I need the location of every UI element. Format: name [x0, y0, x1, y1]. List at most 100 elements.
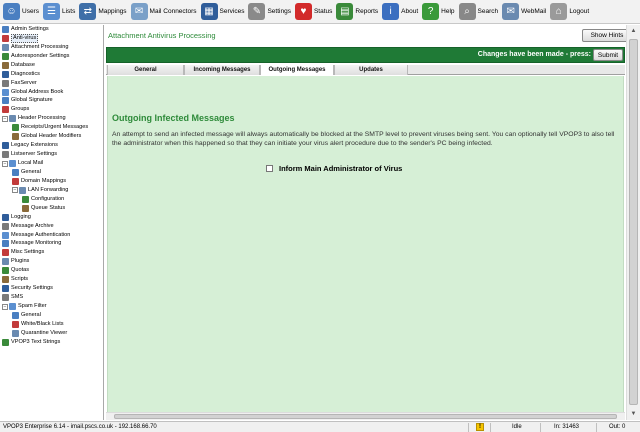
- sidebar-item-admin-settings[interactable]: Admin Settings: [0, 25, 103, 34]
- sidebar-item-plugins[interactable]: Plugins: [0, 257, 103, 266]
- sidebar-item-label: White/Black Lists: [21, 320, 64, 327]
- status-state: Idle: [512, 424, 522, 430]
- sidebar-item-queue-status[interactable]: Queue Status: [0, 204, 103, 213]
- sidebar-item-message-monitoring[interactable]: Message Monitoring: [0, 240, 103, 249]
- sidebar-item-logging[interactable]: Logging: [0, 213, 103, 222]
- sidebar-item-local-mail[interactable]: − Local Mail: [0, 159, 103, 168]
- toolbar-reports-button[interactable]: ▤ Reports: [336, 1, 378, 23]
- sidebar-item-autoresponder-settings[interactable]: Autoresponder Settings: [0, 52, 103, 61]
- toolbar-webmail-button[interactable]: ✉ WebMail: [502, 1, 546, 23]
- toolbar-users-button[interactable]: ☺ Users: [3, 1, 39, 23]
- plugins-icon: [2, 258, 9, 266]
- sidebar-item-scripts[interactable]: Scripts: [0, 275, 103, 284]
- toolbar-logout-button[interactable]: ⌂ Logout: [550, 1, 589, 23]
- listserver-icon: [2, 151, 9, 159]
- sidebar-item-configuration[interactable]: Configuration: [0, 195, 103, 204]
- sidebar-item-label: Database: [11, 61, 35, 68]
- horizontal-scroll-thumb[interactable]: [114, 414, 617, 419]
- groups-icon: [2, 106, 9, 114]
- header-processing-icon: [9, 115, 16, 123]
- sidebar-item-database[interactable]: Database: [0, 61, 103, 70]
- sidebar-item-vpop3-text-strings[interactable]: VPOP3 Text Strings: [0, 338, 103, 347]
- sidebar-item-message-authentication[interactable]: Message Authentication: [0, 231, 103, 240]
- sidebar-item-sms[interactable]: SMS: [0, 293, 103, 302]
- tab-outgoing-messages[interactable]: Outgoing Messages: [260, 65, 334, 75]
- message-monitoring-icon: [2, 240, 9, 248]
- show-hints-button[interactable]: Show Hints: [582, 29, 632, 42]
- sidebar-item-attachment-processing[interactable]: Attachment Processing: [0, 43, 103, 52]
- sidebar-item-general[interactable]: General: [0, 311, 103, 320]
- spam-filter-icon: [9, 303, 16, 311]
- sidebar-item-listserver-settings[interactable]: Listserver Settings: [0, 150, 103, 159]
- sidebar-item-global-address-book[interactable]: Global Address Book: [0, 88, 103, 97]
- domain-mappings-icon: [12, 177, 19, 185]
- tab-incoming-messages[interactable]: Incoming Messages: [184, 65, 260, 75]
- toolbar-help-button[interactable]: ? Help: [422, 1, 455, 23]
- fax-icon: [2, 79, 9, 87]
- collapse-toggle-icon[interactable]: −: [2, 115, 8, 122]
- toolbar-label: About: [401, 8, 419, 15]
- sidebar-item-groups[interactable]: Groups: [0, 105, 103, 114]
- sidebar-item-domain-mappings[interactable]: Domain Mappings: [0, 177, 103, 186]
- local-mail-icon: [9, 160, 16, 168]
- toolbar-settings-button[interactable]: ✎ Settings: [248, 1, 291, 23]
- toolbar-label: Mail Connectors: [149, 8, 197, 15]
- sidebar-item-label: Quarantine Viewer: [21, 329, 68, 336]
- warning-icon: !: [476, 423, 484, 431]
- legacy-extensions-icon: [2, 142, 9, 150]
- sidebar-item-label: Message Authentication: [11, 231, 71, 238]
- status-in-count: In: 31463: [554, 424, 580, 430]
- tab-general[interactable]: General: [107, 65, 184, 75]
- sidebar-item-label: Legacy Extensions: [11, 142, 58, 149]
- status-out-count: Out: 0: [609, 424, 626, 430]
- submit-button[interactable]: Submit: [593, 49, 623, 61]
- horizontal-scrollbar[interactable]: [106, 412, 625, 420]
- sidebar-item-label: Scripts: [11, 276, 29, 283]
- sidebar-item-global-header-modifiers[interactable]: Global Header Modifiers: [0, 132, 103, 141]
- collapse-toggle-icon[interactable]: −: [2, 160, 8, 167]
- sidebar-item-spam-filter[interactable]: − Spam Filter: [0, 302, 103, 311]
- sidebar-item-receipts-urgent-messages[interactable]: Receipts/Urgent Messages: [0, 123, 103, 132]
- sidebar-item-white-black-lists[interactable]: White/Black Lists: [0, 320, 103, 329]
- sidebar-item-lan-forwarding[interactable]: − LAN Forwarding: [0, 186, 103, 195]
- inform-admin-checkbox[interactable]: [266, 165, 273, 172]
- vertical-scroll-thumb[interactable]: [629, 39, 638, 405]
- sidebar-item-header-processing[interactable]: − Header Processing: [0, 114, 103, 123]
- sidebar-item-quotas[interactable]: Quotas: [0, 266, 103, 275]
- main-toolbar: ☺ Users ☰ Lists ⇄ Mappings ✉ Mail Connectors ▦ Se…: [0, 0, 640, 24]
- toolbar-lists-button[interactable]: ☰ Lists: [42, 1, 75, 23]
- toolbar-about-button[interactable]: i About: [382, 1, 418, 23]
- toolbar-mappings-button[interactable]: ⇄ Mappings: [79, 1, 127, 23]
- toolbar-mail-connectors-button[interactable]: ✉ Mail Connectors: [130, 1, 197, 23]
- sidebar-item-diagnostics[interactable]: Diagnostics: [0, 70, 103, 79]
- sidebar-item-legacy-extensions[interactable]: Legacy Extensions: [0, 141, 103, 150]
- toolbar-search-button[interactable]: ⌕ Search: [458, 1, 498, 23]
- toolbar-label: Mappings: [98, 8, 127, 15]
- scroll-down-arrow-icon[interactable]: ▼: [627, 408, 640, 420]
- toolbar-services-button[interactable]: ▦ Services: [200, 1, 244, 23]
- collapse-toggle-icon[interactable]: −: [2, 303, 8, 310]
- toolbar-status-button[interactable]: ♥ Status: [294, 1, 332, 23]
- sidebar-item-label: Misc Settings: [11, 249, 45, 256]
- sidebar-item-security-settings[interactable]: Security Settings: [0, 284, 103, 293]
- sidebar-item-label: Queue Status: [31, 204, 66, 211]
- sidebar-item-label: Message Archive: [11, 222, 54, 229]
- lan-forwarding-icon: [19, 186, 26, 194]
- sidebar-item-quarantine-viewer[interactable]: Quarantine Viewer: [0, 329, 103, 338]
- sidebar-item-label: Quotas: [11, 267, 30, 274]
- sidebar-item-misc-settings[interactable]: Misc Settings: [0, 248, 103, 257]
- sidebar-item-label: Admin Settings: [11, 25, 49, 32]
- sidebar-item-faxserver[interactable]: FaxServer: [0, 79, 103, 88]
- vertical-scrollbar[interactable]: ▲ ▼: [626, 25, 640, 420]
- header-modifiers-icon: [12, 133, 19, 141]
- sidebar-item-label: Configuration: [31, 195, 65, 202]
- sidebar-item-label: Attachment Processing: [11, 43, 69, 50]
- general-icon: [12, 168, 19, 176]
- scroll-up-arrow-icon[interactable]: ▲: [627, 25, 640, 37]
- tab-updates[interactable]: Updates: [334, 65, 408, 75]
- sidebar-item-global-signature[interactable]: Global Signature: [0, 97, 103, 106]
- sidebar-item-general[interactable]: General: [0, 168, 103, 177]
- sidebar-item-anti-virus[interactable]: Anti-virus: [0, 33, 103, 43]
- sidebar-item-message-archive[interactable]: Message Archive: [0, 222, 103, 231]
- collapse-toggle-icon[interactable]: −: [12, 187, 18, 194]
